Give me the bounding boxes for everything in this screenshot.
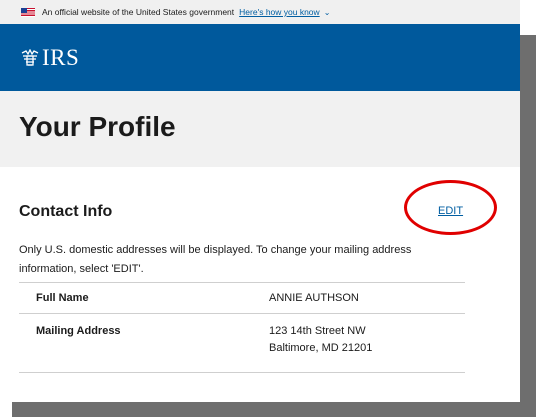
page-title: Your Profile	[19, 111, 176, 142]
contact-info-table: Full Name ANNIE AUTHSON Mailing Address …	[19, 282, 465, 373]
site-header: IRS	[0, 24, 520, 91]
irs-logo[interactable]: IRS	[20, 45, 79, 71]
edit-link[interactable]: EDIT	[438, 205, 463, 217]
us-flag-icon	[21, 7, 35, 17]
irs-logo-text: IRS	[42, 44, 80, 70]
table-row: Full Name ANNIE AUTHSON	[19, 282, 465, 314]
mailing-address-label: Mailing Address	[36, 325, 121, 337]
heres-how-you-know-link[interactable]: Here's how you know	[239, 7, 320, 17]
address-note: Only U.S. domestic addresses will be dis…	[19, 244, 412, 275]
gov-banner-text: An official website of the United States…	[42, 7, 235, 17]
mailing-address-line1: 123 14th Street NW	[269, 325, 366, 337]
title-band: Your Profile	[0, 91, 520, 167]
contact-info-heading: Contact Info	[19, 203, 113, 220]
full-name-label: Full Name	[36, 292, 89, 304]
eagle-icon	[21, 48, 39, 66]
mailing-address-line2: Baltimore, MD 21201	[269, 342, 373, 354]
full-name-value: ANNIE AUTHSON	[269, 292, 359, 304]
page-shadow-right	[520, 35, 536, 417]
chevron-down-icon[interactable]: ⌄	[324, 8, 331, 17]
profile-page: An official website of the United States…	[0, 0, 520, 402]
page-shadow-bottom	[12, 402, 536, 417]
table-row: Mailing Address 123 14th Street NW Balti…	[19, 313, 465, 373]
gov-banner: An official website of the United States…	[0, 0, 520, 24]
